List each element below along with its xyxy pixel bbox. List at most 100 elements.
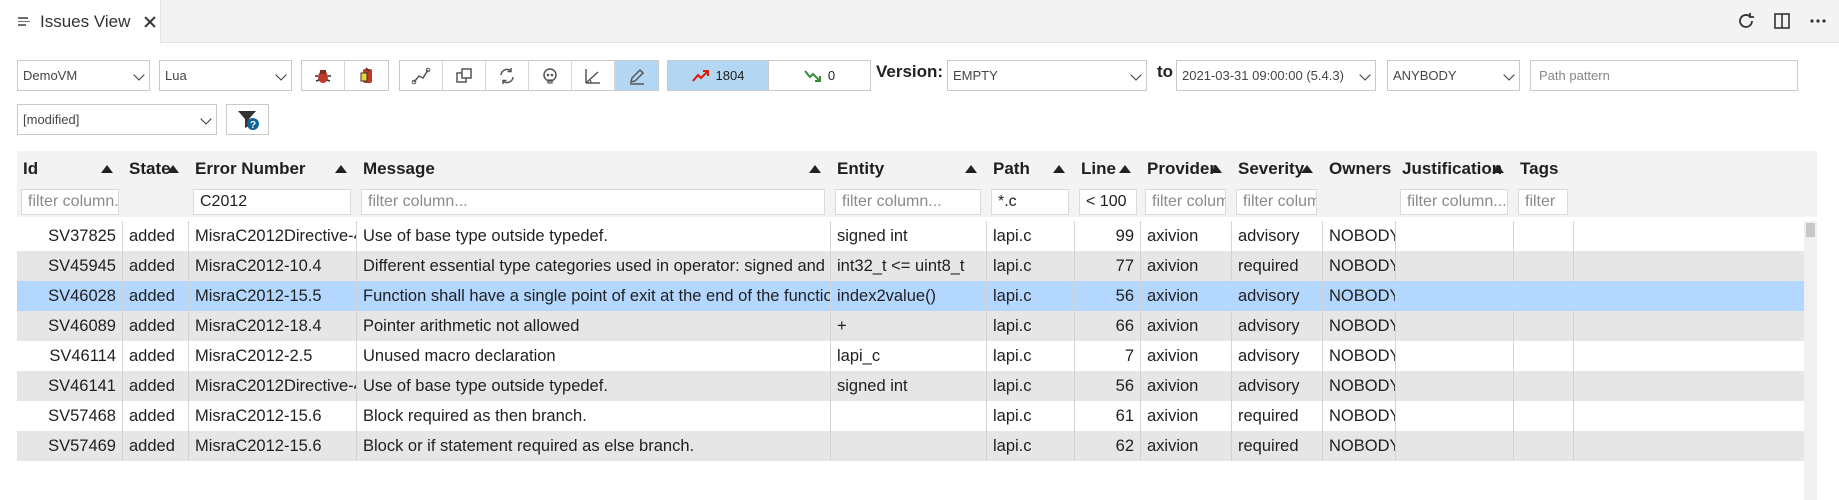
chevron-down-icon [1503, 69, 1515, 81]
column-header-label: Id [23, 159, 39, 178]
cell-path: lapi.c [987, 221, 1075, 251]
column-header-error[interactable]: Error Number [189, 151, 357, 187]
style-filter-button[interactable] [615, 61, 658, 90]
sort-ascending-icon[interactable] [1492, 165, 1504, 173]
column-header-justification[interactable]: Justification [1396, 151, 1514, 187]
column-header-entity[interactable]: Entity [831, 151, 987, 187]
cell-justification [1396, 281, 1514, 311]
filter-input-line[interactable]: < 100 [1079, 189, 1137, 215]
cell-provider: axivion [1141, 311, 1232, 341]
cell-provider: axivion [1141, 401, 1232, 431]
delta-counter-group: 1804 0 [667, 60, 871, 91]
tab-issues-view[interactable]: Issues View [0, 0, 161, 43]
refresh-icon[interactable] [1735, 10, 1757, 32]
cell-message: Pointer arithmetic not allowed [357, 311, 831, 341]
cell-severity: advisory [1232, 341, 1323, 371]
table-row[interactable]: SV37825addedMisraC2012Directive-4.6Use o… [17, 221, 1804, 251]
filter-input-severity[interactable]: filter column [1236, 189, 1317, 215]
scrollbar-thumb[interactable] [1806, 223, 1815, 237]
cell-error: MisraC2012-10.4 [189, 251, 357, 281]
cell-severity: advisory [1232, 281, 1323, 311]
to-label: to [1157, 62, 1174, 81]
version-select[interactable]: EMPTY [947, 60, 1147, 91]
filter-input-error[interactable]: C2012 [193, 189, 351, 215]
cell-message: Unused macro declaration [357, 341, 831, 371]
cell-owners: NOBODY [1323, 371, 1396, 401]
filter-input-id[interactable]: filter column... [21, 189, 119, 215]
filter-input-entity[interactable]: filter column... [835, 189, 981, 215]
modified-select[interactable]: [modified] [17, 104, 217, 135]
filter-input-provider[interactable]: filter column [1145, 189, 1226, 215]
column-header-state[interactable]: State [123, 151, 189, 187]
filter-input-justification[interactable]: filter column... [1400, 189, 1508, 215]
cell-severity: advisory [1232, 221, 1323, 251]
column-header-message[interactable]: Message [357, 151, 831, 187]
deadcode-filter-button[interactable] [529, 61, 572, 90]
to-version-select[interactable]: 2021-03-31 09:00:00 (5.4.3) [1176, 60, 1376, 91]
chevron-down-icon [1359, 69, 1371, 81]
violation-filter-button[interactable] [345, 61, 388, 90]
column-header-path[interactable]: Path [987, 151, 1075, 187]
filter-help-button[interactable]: ? [227, 105, 268, 134]
filter-input-tags[interactable]: filter [1518, 189, 1568, 215]
cell-id: SV46089 [17, 311, 123, 341]
cell-line: 99 [1075, 221, 1141, 251]
language-select[interactable]: Lua [159, 60, 292, 91]
cell-severity: required [1232, 251, 1323, 281]
column-header-provider[interactable]: Provider [1141, 151, 1232, 187]
vertical-scrollbar[interactable] [1804, 221, 1817, 500]
removed-issues-toggle[interactable]: 0 [769, 61, 870, 90]
clone-filter-button[interactable] [443, 61, 486, 90]
sort-ascending-icon[interactable] [1119, 165, 1131, 173]
cell-state: added [123, 281, 189, 311]
column-header-label: Owners [1329, 159, 1392, 178]
sort-ascending-icon[interactable] [1053, 165, 1065, 173]
more-actions-icon[interactable] [1807, 10, 1829, 32]
bug-filter-button[interactable] [302, 61, 345, 90]
filter-input-path[interactable]: *.c [991, 189, 1069, 215]
sort-ascending-icon[interactable] [1210, 165, 1222, 173]
owner-select[interactable]: ANYBODY [1387, 60, 1520, 91]
cell-entity [831, 431, 987, 461]
cell-provider: axivion [1141, 251, 1232, 281]
metric-filter-button[interactable] [572, 61, 615, 90]
sort-ascending-icon[interactable] [965, 165, 977, 173]
cell-justification [1396, 221, 1514, 251]
table-row[interactable]: SV46141addedMisraC2012Directive-4.6Use o… [17, 371, 1804, 401]
close-icon[interactable] [142, 14, 158, 30]
project-select[interactable]: DemoVM [17, 60, 150, 91]
sort-ascending-icon[interactable] [809, 165, 821, 173]
svg-text:?: ? [249, 120, 255, 131]
column-header-owners[interactable]: Owners [1323, 151, 1396, 187]
path-pattern-input[interactable]: Path pattern [1530, 60, 1798, 91]
column-header-id[interactable]: Id [17, 151, 123, 187]
column-header-line[interactable]: Line [1075, 151, 1141, 187]
cycle-filter-button[interactable] [486, 61, 529, 90]
cell-state: added [123, 401, 189, 431]
table-row[interactable]: SV45945 added MisraC2012-10.4 Different ess… [17, 251, 1804, 281]
table-row[interactable]: SV46028 added MisraC2012-15.5 Function shal… [17, 281, 1804, 311]
filter-input-message[interactable]: filter column... [361, 189, 825, 215]
owner-select-value: ANYBODY [1393, 68, 1457, 83]
sort-ascending-icon[interactable] [101, 165, 113, 173]
cell-id: SV46028 [17, 281, 123, 311]
table-row[interactable]: SV57469 added MisraC2012-15.6 Block or if s… [17, 431, 1804, 461]
cell-path: lapi.c [987, 311, 1075, 341]
column-header-severity[interactable]: Severity [1232, 151, 1323, 187]
table-row[interactable]: SV46089 added MisraC2012-18.4 Pointer arith… [17, 311, 1804, 341]
sort-ascending-icon[interactable] [167, 165, 179, 173]
sort-ascending-icon[interactable] [335, 165, 347, 173]
cell-tags [1514, 371, 1574, 401]
cell-line: 66 [1075, 311, 1141, 341]
added-issues-toggle[interactable]: 1804 [668, 61, 769, 90]
split-editor-icon[interactable] [1771, 10, 1793, 32]
filter-input-text: filter column... [28, 193, 119, 210]
architecture-filter-button[interactable] [400, 61, 443, 90]
table-row[interactable]: SV57468 added MisraC2012-15.6 Block require… [17, 401, 1804, 431]
column-header-tags[interactable]: Tags [1514, 151, 1574, 187]
sort-ascending-icon[interactable] [1301, 165, 1313, 173]
cell-tags [1514, 221, 1574, 251]
cell-message: Function shall have a single point of ex… [357, 281, 831, 311]
modified-select-value: [modified] [23, 112, 80, 127]
table-row[interactable]: SV46114 added MisraC2012-2.5 Unused macro d… [17, 341, 1804, 371]
